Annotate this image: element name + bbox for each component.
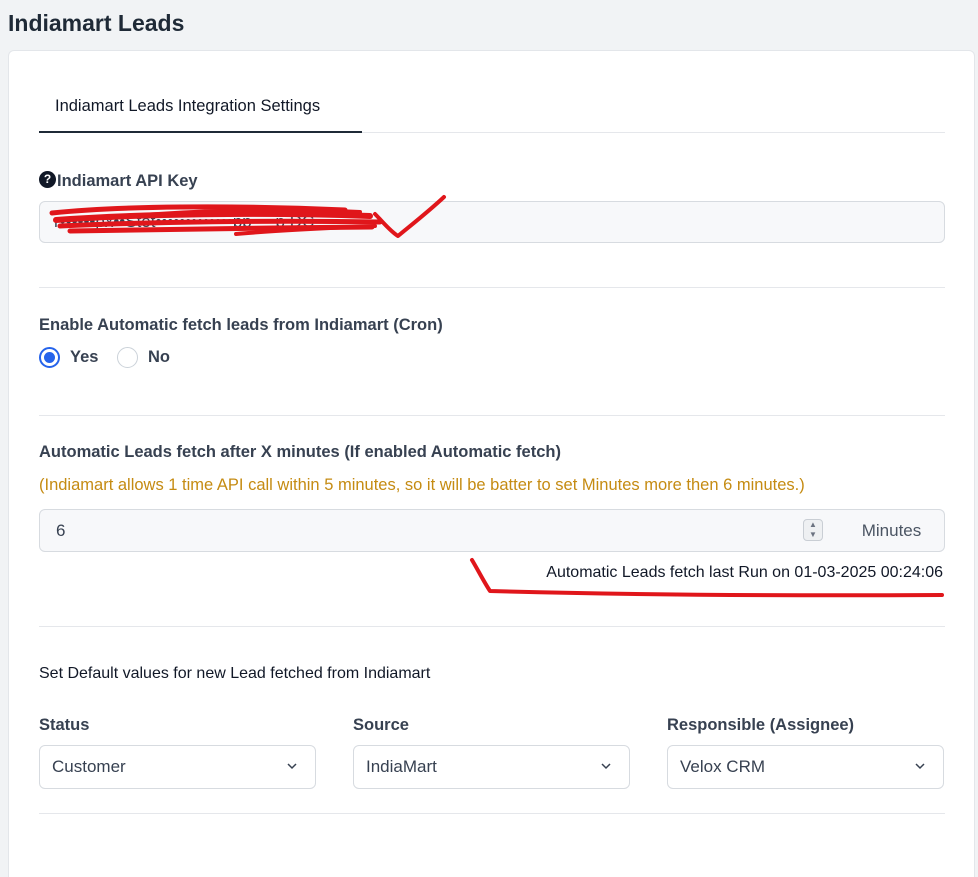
api-key-input[interactable] xyxy=(39,201,945,243)
chevron-down-icon xyxy=(601,763,611,770)
status-select[interactable]: Customer xyxy=(39,745,316,789)
status-select-value: Customer xyxy=(52,757,126,776)
tab-integration-settings[interactable]: Indiamart Leads Integration Settings xyxy=(39,91,362,133)
cron-yes-radio[interactable] xyxy=(39,347,60,368)
divider xyxy=(39,415,945,416)
responsible-label: Responsible (Assignee) xyxy=(667,716,855,734)
divider xyxy=(39,287,945,288)
source-label: Source xyxy=(353,716,409,734)
divider xyxy=(39,626,945,627)
cron-no-label[interactable]: No xyxy=(148,348,170,367)
interval-minutes-input[interactable] xyxy=(39,509,840,552)
responsible-select-value: Velox CRM xyxy=(680,757,766,776)
divider xyxy=(39,813,945,814)
cron-label: Enable Automatic fetch leads from Indiam… xyxy=(39,316,443,334)
page-title: Indiamart Leads xyxy=(8,10,185,36)
tab-bar: Indiamart Leads Integration Settings xyxy=(39,91,945,133)
responsible-select[interactable]: Velox CRM xyxy=(667,745,944,789)
number-spinner-icon[interactable]: ▲ ▼ xyxy=(803,519,823,541)
source-select[interactable]: IndiaMart xyxy=(353,745,630,789)
chevron-down-icon xyxy=(287,763,297,770)
last-run-text: Automatic Leads fetch last Run on 01-03-… xyxy=(546,564,943,581)
interval-note: (Indiamart allows 1 time API call within… xyxy=(39,476,805,494)
interval-label: Automatic Leads fetch after X minutes (I… xyxy=(39,443,561,461)
status-label: Status xyxy=(39,716,90,734)
chevron-down-icon xyxy=(915,763,925,770)
source-select-value: IndiaMart xyxy=(366,757,437,776)
settings-card: Indiamart Leads Integration Settings ? I… xyxy=(8,50,975,877)
cron-no-radio[interactable] xyxy=(117,347,138,368)
api-key-label: Indiamart API Key xyxy=(57,172,198,190)
minutes-unit-addon: Minutes xyxy=(839,509,945,552)
defaults-heading: Set Default values for new Lead fetched … xyxy=(39,665,431,682)
question-circle-icon[interactable]: ? xyxy=(39,171,56,188)
cron-yes-label[interactable]: Yes xyxy=(70,348,98,367)
